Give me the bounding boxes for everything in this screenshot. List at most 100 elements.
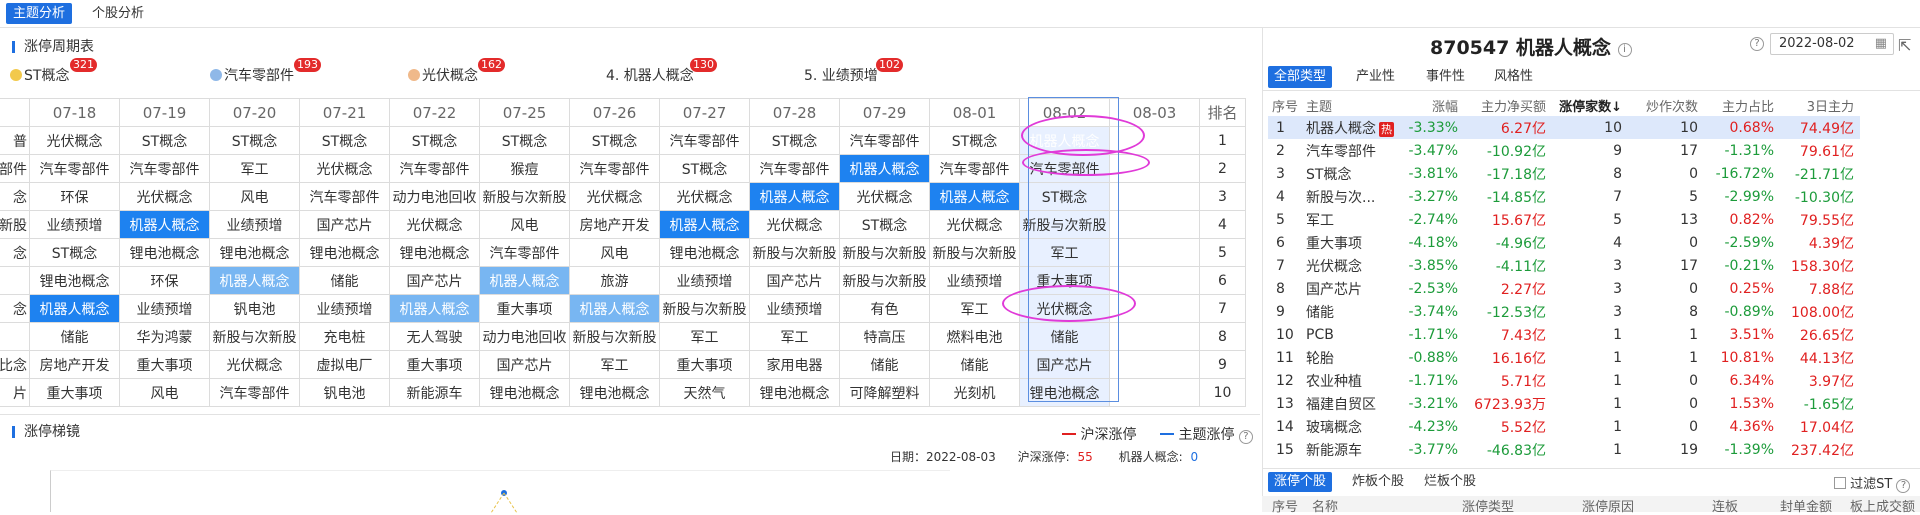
date-header[interactable]: 07-19 [119, 98, 210, 127]
theme-cell[interactable]: 家用电器 [749, 350, 840, 379]
theme-cell[interactable]: 汽车零部件 [659, 126, 750, 155]
theme-cell[interactable]: 可降解塑料 [839, 378, 930, 407]
tab-style[interactable]: 风格性 [1488, 66, 1539, 88]
theme-cell[interactable]: 军工 [929, 294, 1020, 323]
theme-cell[interactable]: 燃料电池 [929, 322, 1020, 351]
theme-cell[interactable]: 动力电池回收 [479, 322, 570, 351]
theme-cell[interactable]: 汽车零部件 [209, 378, 300, 407]
date-header[interactable]: 07-20 [209, 98, 300, 127]
theme-cell[interactable]: 锂电池概念 [389, 238, 480, 267]
theme-cell[interactable]: 念 [0, 238, 30, 267]
theme-cell[interactable]: 风电 [479, 210, 570, 239]
date-header[interactable]: 07-21 [299, 98, 390, 127]
col-header[interactable]: 序号 [1268, 94, 1306, 116]
theme-cell[interactable]: 新股与次新股 [839, 238, 930, 267]
theme-cell[interactable] [1109, 182, 1200, 211]
theme-cell[interactable]: 锂电池概念 [569, 378, 660, 407]
theme-cell[interactable]: 机器人概念 [29, 294, 120, 323]
tab-event[interactable]: 事件性 [1420, 66, 1471, 88]
theme-cell[interactable]: 汽车零部件 [479, 238, 570, 267]
theme-cell[interactable]: 国产芯片 [299, 210, 390, 239]
checkbox-icon[interactable] [1834, 477, 1846, 489]
theme-cell[interactable]: 军工 [209, 154, 300, 183]
theme-cell[interactable] [0, 266, 30, 295]
theme-row[interactable]: 11 轮胎 -0.88% 16.16亿 1 1 10.81% 44.13亿 [1268, 346, 1860, 369]
theme-cell[interactable]: 新股与次新股 [659, 294, 750, 323]
theme-cell[interactable]: 重大事项 [659, 350, 750, 379]
theme-cell[interactable]: 汽车零部件 [749, 154, 840, 183]
tab-limit-up-stocks[interactable]: 涨停个股 [1268, 472, 1333, 492]
theme-cell[interactable]: 汽车零部件 [29, 154, 120, 183]
theme-name[interactable]: 新股与次... [1306, 190, 1375, 206]
theme-cell[interactable]: ST概念 [389, 126, 480, 155]
theme-cell[interactable]: 光伏概念 [929, 210, 1020, 239]
theme-cell[interactable]: 充电桩 [299, 322, 390, 351]
theme-cell[interactable]: ST概念 [569, 126, 660, 155]
theme-cell[interactable]: 国产芯片 [389, 266, 480, 295]
tab-rotten-board[interactable]: 烂板个股 [1418, 472, 1482, 492]
theme-cell[interactable]: 锂电池概念 [29, 266, 120, 295]
theme-cell[interactable]: 新股与次新股 [569, 322, 660, 351]
help-icon[interactable]: ? [1896, 479, 1911, 493]
theme-cell[interactable] [1109, 350, 1200, 379]
theme-cell[interactable]: 新能源车 [389, 378, 480, 407]
date-header[interactable] [0, 98, 30, 127]
theme-cell[interactable]: 汽车零部件 [299, 182, 390, 211]
theme-cell[interactable]: 新股与次新股 [839, 266, 930, 295]
theme-cell[interactable]: 国产芯片 [479, 350, 570, 379]
theme-cell[interactable]: ST概念 [929, 126, 1020, 155]
legend-auto-parts[interactable]: 汽车零部件 193 [210, 58, 321, 86]
theme-cell[interactable]: 业绩预增 [209, 210, 300, 239]
theme-cell[interactable]: 环保 [119, 266, 210, 295]
theme-cell[interactable]: 机器人概念 [839, 154, 930, 183]
tab-industry[interactable]: 产业性 [1350, 66, 1401, 88]
col-header[interactable]: 主题 [1306, 94, 1402, 116]
date-header[interactable]: 08-01 [929, 98, 1020, 127]
col-header[interactable]: 涨停家数↓ [1552, 94, 1628, 116]
theme-cell[interactable]: 重大事项 [119, 350, 210, 379]
date-header[interactable]: 07-28 [749, 98, 840, 127]
theme-cell[interactable]: 新股与次新股 [479, 182, 570, 211]
theme-cell[interactable]: 普 [0, 126, 30, 155]
theme-cell[interactable]: ST概念 [749, 126, 840, 155]
date-picker[interactable]: 2022-08-02 ▦ [1770, 33, 1894, 55]
theme-cell[interactable]: ST概念 [479, 126, 570, 155]
theme-row[interactable]: 7 光伏概念 -3.85% -4.11亿 3 17 -0.21% 158.30亿 [1268, 254, 1860, 277]
theme-cell[interactable]: 国产芯片 [749, 266, 840, 295]
theme-cell[interactable]: 比念 [0, 350, 30, 379]
theme-cell[interactable]: 部件 [0, 154, 30, 183]
theme-cell[interactable]: 储能 [839, 350, 930, 379]
theme-cell[interactable]: 锂电池概念 [749, 378, 840, 407]
theme-cell[interactable]: ST概念 [1019, 182, 1110, 211]
info-icon[interactable]: i [1617, 43, 1632, 57]
theme-row[interactable]: 2 汽车零部件 -3.47% -10.92亿 9 17 -1.31% 79.61亿 [1268, 139, 1860, 162]
theme-cell[interactable]: 锂电池概念 [1019, 378, 1110, 407]
theme-cell[interactable]: 新股与次新股 [209, 322, 300, 351]
theme-row[interactable]: 12 农业种植 -1.71% 5.71亿 1 0 6.34% 3.97亿 [1268, 369, 1860, 392]
calendar-icon[interactable]: ▦ [1875, 34, 1887, 54]
theme-cell[interactable]: ST概念 [29, 238, 120, 267]
theme-cell[interactable]: 重大事项 [389, 350, 480, 379]
theme-name[interactable]: 玻璃概念 [1306, 420, 1362, 436]
theme-cell[interactable]: 机器人概念 [749, 182, 840, 211]
theme-cell[interactable]: 光伏概念 [839, 182, 930, 211]
theme-cell[interactable]: 业绩预增 [299, 294, 390, 323]
theme-cell[interactable]: 虚拟电厂 [299, 350, 390, 379]
theme-name[interactable]: 福建自贸区 [1306, 397, 1376, 413]
theme-cell[interactable]: 新股 [0, 210, 30, 239]
theme-cell[interactable]: 业绩预增 [929, 266, 1020, 295]
theme-cell[interactable] [1109, 322, 1200, 351]
date-header[interactable]: 07-18 [29, 98, 120, 127]
theme-cell[interactable]: 光伏概念 [299, 154, 390, 183]
theme-cell[interactable]: 光伏概念 [29, 126, 120, 155]
theme-name[interactable]: ST概念 [1306, 167, 1351, 183]
theme-name[interactable]: 光伏概念 [1306, 259, 1362, 275]
theme-cell[interactable]: 无人驾驶 [389, 322, 480, 351]
theme-cell[interactable]: 汽车零部件 [929, 154, 1020, 183]
theme-row[interactable]: 13 福建自贸区 -3.21% 6723.93万 1 0 1.53% -1.65亿 [1268, 392, 1860, 415]
theme-name[interactable]: 国产芯片 [1306, 282, 1362, 298]
theme-cell[interactable]: 机器人概念 [1019, 126, 1110, 155]
theme-cell[interactable] [0, 322, 30, 351]
theme-cell[interactable]: 猴痘 [479, 154, 570, 183]
theme-cell[interactable]: 念 [0, 182, 30, 211]
